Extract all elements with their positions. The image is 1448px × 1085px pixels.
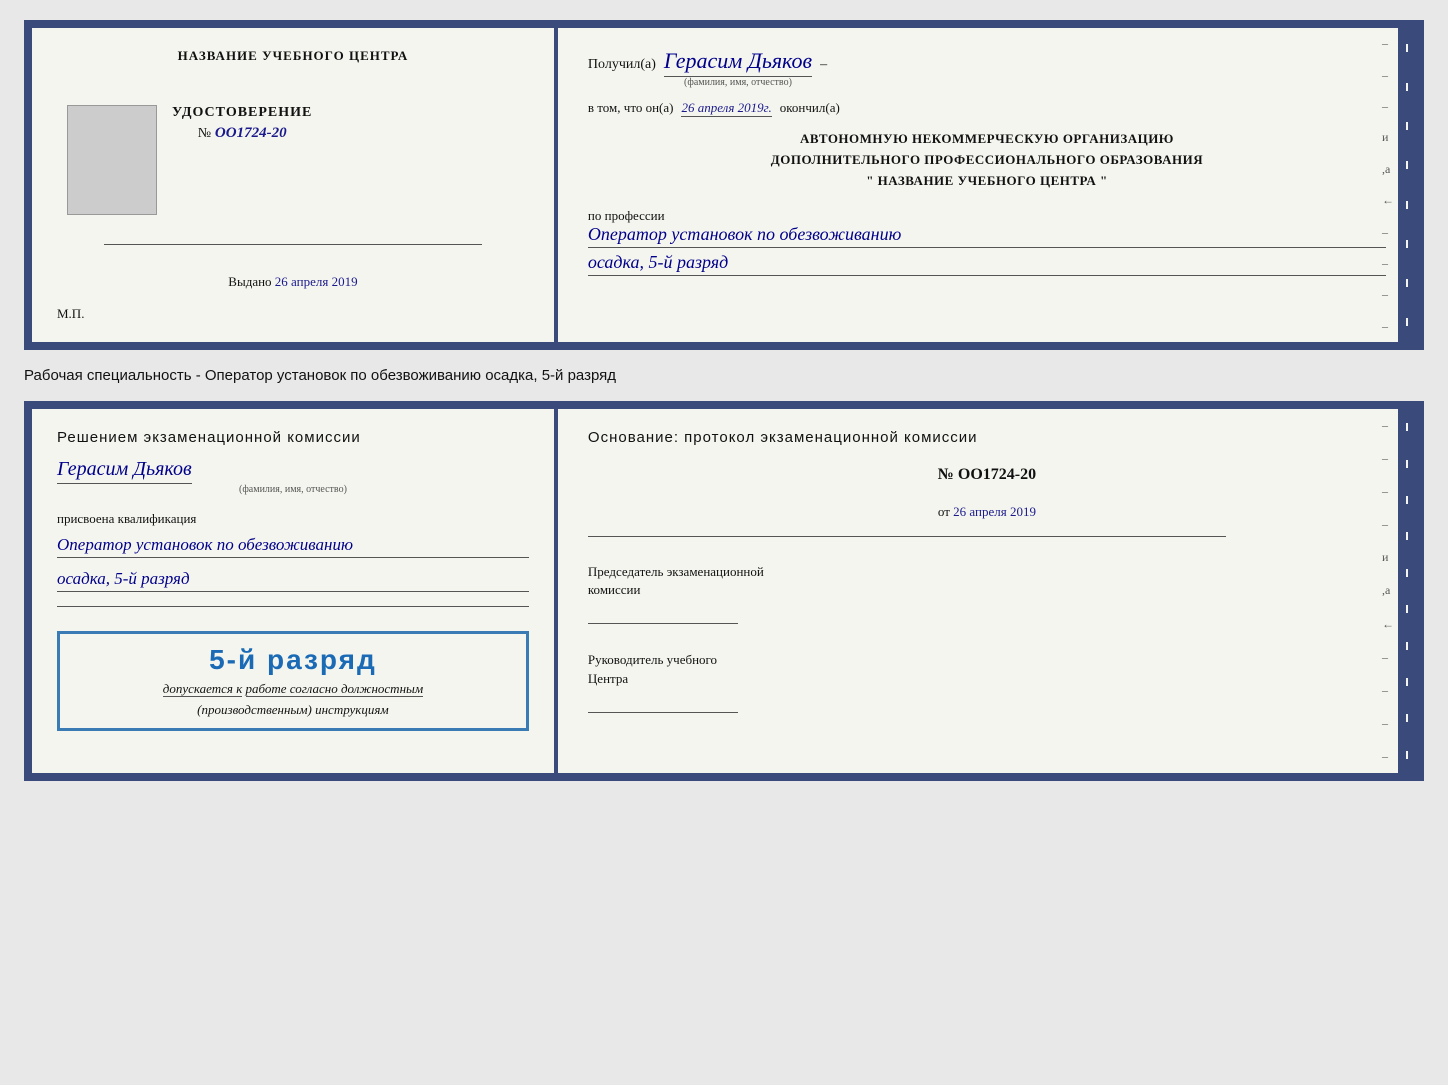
org-line2: ДОПОЛНИТЕЛЬНОГО ПРОФЕССИОНАЛЬНОГО ОБРАЗО…	[588, 150, 1386, 171]
mp-label: М.П.	[57, 306, 84, 322]
director-title: Руководитель учебного Центра	[588, 651, 1386, 687]
bottom-right-dashes: ––––и,а←––––	[1382, 409, 1394, 773]
allowed-end: (производственным) инструкциям	[197, 702, 389, 718]
photo-placeholder	[67, 105, 157, 215]
director-block: Руководитель учебного Центра	[588, 651, 1386, 717]
from-date: 26 апреля 2019	[953, 504, 1036, 519]
allowed-end-text: (производственным) инструкциям	[197, 702, 389, 717]
right-dashes: –––и,а←––––	[1382, 28, 1394, 342]
rank-value: осадка, 5-й разряд	[588, 252, 1386, 276]
top-card-right: Получил(а) Герасим Дьяков (фамилия, имя,…	[558, 28, 1416, 342]
bottom-right-edge-decoration	[1398, 409, 1416, 773]
confirm-date: 26 апреля 2019г.	[681, 100, 771, 117]
confirm-end: окончил(а)	[780, 100, 840, 116]
top-certificate-card: НАЗВАНИЕ УЧЕБНОГО ЦЕНТРА УДОСТОВЕРЕНИЕ №…	[24, 20, 1424, 350]
from-label: от	[938, 504, 950, 519]
decision-title: Решением экзаменационной комиссии	[57, 429, 529, 446]
chairman-block: Председатель экзаменационной комиссии	[588, 563, 1386, 629]
cert-title: УДОСТОВЕРЕНИЕ	[172, 105, 312, 121]
issued-date: 26 апреля 2019	[275, 274, 358, 289]
org-line3: " НАЗВАНИЕ УЧЕБНОГО ЦЕНТРА "	[588, 171, 1386, 192]
director-title-line1: Руководитель учебного	[588, 652, 717, 667]
top-card-left: НАЗВАНИЕ УЧЕБНОГО ЦЕНТРА УДОСТОВЕРЕНИЕ №…	[32, 28, 558, 342]
received-row: Получил(а) Герасим Дьяков (фамилия, имя,…	[588, 48, 1386, 88]
org-line1: АВТОНОМНУЮ НЕКОММЕРЧЕСКУЮ ОРГАНИЗАЦИЮ	[588, 129, 1386, 150]
confirm-row: в том, что он(а) 26 апреля 2019г. окончи…	[588, 100, 1386, 117]
cert-number-prefix: №	[198, 126, 211, 141]
chairman-title-line1: Председатель экзаменационной	[588, 564, 764, 579]
cert-number: OO1724-20	[215, 125, 287, 141]
stamp-box: 5-й разряд допускается к работе согласно…	[57, 631, 529, 731]
bottom-card-right: Основание: протокол экзаменационной коми…	[558, 409, 1416, 773]
cert-number-block: УДОСТОВЕРЕНИЕ № OO1724-20	[172, 105, 312, 142]
allowed-underline: работе согласно должностным	[246, 681, 424, 697]
allowed-text: допускается к	[163, 681, 243, 697]
school-name-top: НАЗВАНИЕ УЧЕБНОГО ЦЕНТРА	[178, 48, 409, 64]
page-wrapper: НАЗВАНИЕ УЧЕБНОГО ЦЕНТРА УДОСТОВЕРЕНИЕ №…	[24, 20, 1424, 781]
bottom-certificate-card: Решением экзаменационной комиссии Гераси…	[24, 401, 1424, 781]
specialty-label: Рабочая специальность - Оператор установ…	[24, 362, 1424, 389]
issued-label: Выдано	[228, 274, 271, 289]
director-sign-line	[588, 693, 738, 713]
profession-label: по профессии	[588, 208, 1386, 224]
qual-value: Оператор установок по обезвоживанию	[57, 535, 529, 558]
protocol-date: от 26 апреля 2019	[588, 504, 1386, 520]
bottom-name-block: Герасим Дьяков (фамилия, имя, отчество)	[57, 458, 529, 495]
received-label: Получил(а)	[588, 57, 656, 73]
chairman-sign-line	[588, 604, 738, 624]
stamp-rank: 5-й разряд	[209, 644, 377, 676]
bottom-name: Герасим Дьяков	[57, 458, 192, 484]
name-sublabel: (фамилия, имя, отчество)	[664, 77, 812, 88]
chairman-title-line2: комиссии	[588, 582, 641, 597]
confirm-label: в том, что он(а)	[588, 100, 674, 116]
dash: –	[820, 57, 827, 73]
stamp-allowed: допускается к работе согласно должностны…	[163, 681, 423, 697]
bottom-name-sublabel: (фамилия, имя, отчество)	[57, 484, 529, 495]
qual-rank: осадка, 5-й разряд	[57, 569, 529, 592]
recipient-name: Герасим Дьяков	[664, 48, 812, 77]
org-block: АВТОНОМНУЮ НЕКОММЕРЧЕСКУЮ ОРГАНИЗАЦИЮ ДО…	[588, 129, 1386, 191]
profession-block: по профессии Оператор установок по обезв…	[588, 203, 1386, 276]
bottom-card-left: Решением экзаменационной комиссии Гераси…	[32, 409, 558, 773]
basis-title: Основание: протокол экзаменационной коми…	[588, 429, 1386, 446]
chairman-title: Председатель экзаменационной комиссии	[588, 563, 1386, 599]
director-title-line2: Центра	[588, 671, 628, 686]
issued-line: Выдано 26 апреля 2019	[228, 274, 357, 290]
profession-value: Оператор установок по обезвоживанию	[588, 224, 1386, 248]
protocol-number: № OO1724-20	[588, 466, 1386, 484]
right-edge-decoration	[1398, 28, 1416, 342]
qual-label: присвоена квалификация	[57, 511, 529, 527]
